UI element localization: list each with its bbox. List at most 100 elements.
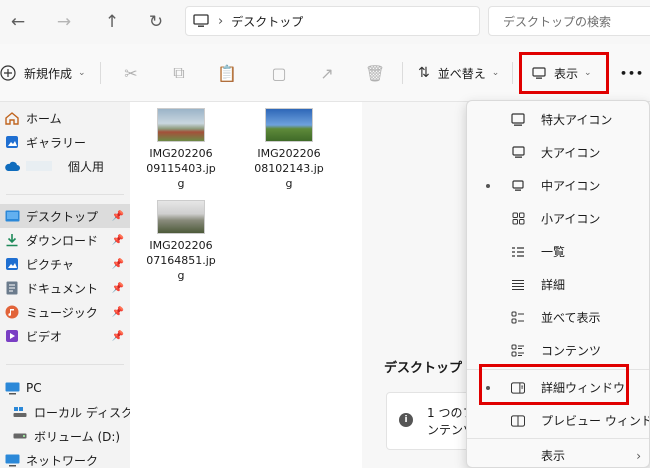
file-name-line: IMG202206 (149, 147, 213, 160)
pin-icon: 📌 (111, 306, 124, 318)
video-icon (4, 329, 20, 343)
medium-icons-icon (511, 179, 525, 193)
rename-icon[interactable]: ▢ (264, 58, 294, 88)
navigation-pane: ホーム ギャラリー 個人用 デスクトップ 📌 ダウンロード 📌 ピクチャ 📌 ド… (0, 102, 130, 468)
pin-icon: 📌 (111, 330, 124, 342)
large-icons-icon (511, 146, 525, 160)
details-title: デスクトップ ( (384, 361, 473, 376)
sidebar-item-personal[interactable]: 個人用 (0, 154, 130, 178)
more-dots-icon: ••• (620, 66, 645, 80)
file-name-line: IMG202206 (257, 147, 321, 160)
selected-bullet-icon (486, 183, 490, 188)
menu-item-show-submenu[interactable]: 表示 › (467, 439, 649, 467)
sidebar-item-label: デスクトップ (26, 209, 99, 224)
sidebar-item-videos[interactable]: ビデオ 📌 (0, 324, 130, 348)
list-icon (511, 245, 525, 259)
back-arrow-icon[interactable]: ← (0, 6, 36, 38)
download-icon (4, 233, 20, 247)
documents-icon (4, 281, 20, 295)
new-button[interactable]: 新規作成 ⌄ (0, 58, 86, 88)
sort-arrows-icon: ⇅ (418, 65, 430, 81)
file-name-line: 08102143.jp (254, 162, 324, 175)
home-icon (4, 111, 20, 125)
pin-icon: 📌 (111, 210, 124, 222)
sidebar-item-downloads[interactable]: ダウンロード 📌 (0, 228, 130, 252)
highlight-details-pane-item (479, 364, 629, 405)
more-options-button[interactable]: ••• (620, 58, 644, 88)
menu-item-label: 特大アイコン (541, 113, 613, 127)
copy-icon[interactable]: ⧉ (164, 58, 194, 88)
menu-item-extra-large-icons[interactable]: 特大アイコン (467, 103, 649, 136)
forward-arrow-icon[interactable]: → (46, 6, 82, 38)
sort-button[interactable]: ⇅ 並べ替え ⌄ (418, 58, 499, 88)
sidebar-item-label: ギャラリー (26, 135, 87, 150)
monitor-icon (186, 14, 216, 28)
menu-item-label: コンテンツ (541, 344, 602, 358)
small-icons-icon (511, 212, 525, 226)
menu-item-details[interactable]: 詳細 (467, 268, 649, 301)
paste-icon[interactable]: 📋 (212, 58, 242, 88)
extra-large-icons-icon (511, 112, 525, 127)
sidebar-item-label: ビデオ (26, 329, 63, 344)
menu-item-medium-icons[interactable]: 中アイコン (467, 169, 649, 202)
menu-item-preview-pane[interactable]: プレビュー ウィンドウ (467, 404, 649, 437)
search-input[interactable]: デスクトップの検索 (488, 6, 650, 36)
sidebar-item-documents[interactable]: ドキュメント 📌 (0, 276, 130, 300)
sidebar-item-label: ボリューム (D:) (34, 429, 121, 444)
view-dropdown-menu: 特大アイコン 大アイコン 中アイコン 小アイコン 一覧 詳細 並べて表示 コンテ… (466, 100, 650, 468)
file-name-line: g (177, 269, 185, 282)
chevron-right-icon: › (636, 448, 641, 463)
sidebar-item-home[interactable]: ホーム (0, 106, 130, 130)
file-name-line: 09115403.jp (146, 162, 216, 175)
sidebar-item-volume-d[interactable]: ボリューム (D:) (0, 424, 130, 448)
menu-item-content[interactable]: コンテンツ (467, 334, 649, 367)
sidebar-item-label: ネットワーク (26, 453, 99, 468)
menu-item-list[interactable]: 一覧 (467, 235, 649, 268)
sidebar-item-label: ピクチャ (26, 257, 74, 272)
address-field[interactable]: › デスクトップ (185, 6, 480, 36)
delete-icon[interactable]: 🗑 (360, 58, 390, 88)
cloud-icon (4, 159, 20, 173)
content-icon (511, 344, 525, 358)
volume-drive-icon (12, 429, 28, 443)
up-arrow-icon[interactable]: ↑ (94, 6, 130, 38)
pin-icon: 📌 (111, 234, 124, 246)
file-item[interactable]: IMG202206 07164851.jp g (138, 194, 224, 283)
file-name-line: 07164851.jp (146, 254, 216, 267)
sidebar-item-label: ローカル ディスク (C: (34, 405, 130, 420)
preview-pane-icon (511, 414, 525, 428)
menu-item-tiles[interactable]: 並べて表示 (467, 301, 649, 334)
menu-item-label: 大アイコン (541, 146, 601, 160)
breadcrumb-desktop[interactable]: デスクトップ (231, 13, 303, 30)
new-label: 新規作成 (24, 66, 73, 81)
sidebar-item-local-disk[interactable]: ローカル ディスク (C: (0, 400, 130, 424)
file-item[interactable]: IMG202206 08102143.jp g (246, 102, 332, 191)
music-icon (4, 305, 20, 319)
cut-icon[interactable]: ✂ (116, 58, 146, 88)
share-icon[interactable]: ↗ (312, 58, 342, 88)
chevron-down-icon: ⌄ (491, 68, 500, 78)
tiles-icon (511, 311, 525, 325)
sidebar-item-music[interactable]: ミュージック 📌 (0, 300, 130, 324)
sidebar-item-label: ダウンロード (26, 233, 99, 248)
file-item[interactable]: IMG202206 09115403.jp g (138, 102, 224, 191)
search-placeholder: デスクトップの検索 (503, 14, 612, 29)
image-thumbnail (265, 108, 313, 142)
image-thumbnail (157, 108, 205, 142)
menu-item-label: 一覧 (541, 245, 566, 259)
sidebar-item-pc[interactable]: PC (0, 376, 130, 400)
refresh-icon[interactable]: ↻ (138, 6, 174, 38)
menu-item-small-icons[interactable]: 小アイコン (467, 202, 649, 235)
blurred-account-name (26, 161, 52, 171)
network-icon (4, 453, 20, 467)
sidebar-item-desktop[interactable]: デスクトップ 📌 (0, 204, 130, 228)
sidebar-item-label: PC (26, 381, 42, 395)
sidebar-item-gallery[interactable]: ギャラリー (0, 130, 130, 154)
sidebar-item-pictures[interactable]: ピクチャ 📌 (0, 252, 130, 276)
menu-item-label: 並べて表示 (541, 311, 601, 325)
menu-item-large-icons[interactable]: 大アイコン (467, 136, 649, 169)
details-icon (511, 278, 525, 292)
sort-label: 並べ替え (437, 66, 486, 81)
menu-item-label: 中アイコン (541, 179, 601, 193)
sidebar-item-network[interactable]: ネットワーク (0, 448, 130, 468)
